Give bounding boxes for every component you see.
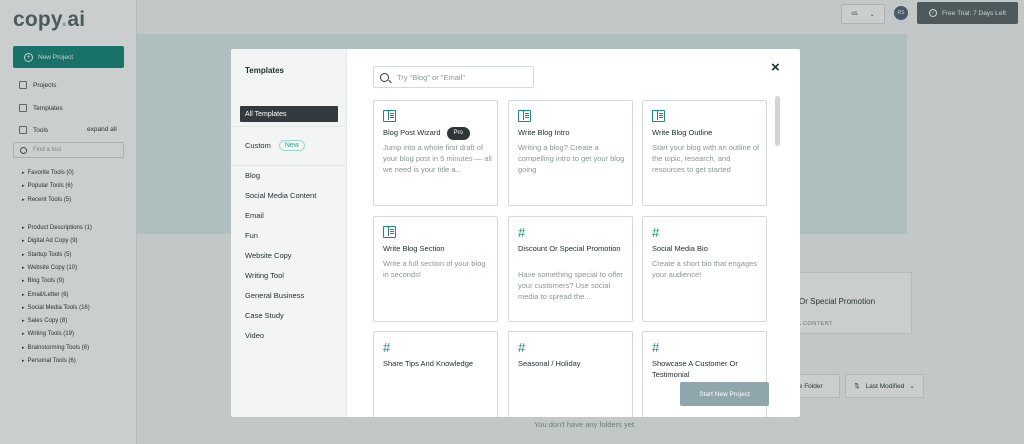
template-card[interactable]: Write Blog Intro Writing a blog? Create a… bbox=[508, 100, 633, 206]
category-all-templates[interactable]: All Templates bbox=[240, 106, 338, 122]
template-card[interactable]: # Discount Or Special Promotion Have somet… bbox=[508, 216, 633, 322]
templates-category-list: Templates All Templates Custom New Blog So… bbox=[231, 49, 347, 417]
template-title: Blog Post Wizard Pro bbox=[383, 127, 491, 140]
template-card[interactable]: Write Blog Section Write a full section o… bbox=[373, 216, 498, 322]
template-title: Write Blog Intro bbox=[518, 128, 570, 137]
hash-icon: # bbox=[518, 225, 526, 240]
template-description: Create a short bio that engages your aud… bbox=[652, 259, 758, 279]
category-item[interactable]: Writing Tool bbox=[245, 271, 284, 280]
hash-icon: # bbox=[383, 340, 391, 355]
book-icon bbox=[652, 110, 665, 122]
templates-gallery: Try "Blog" or "Email" × Blog Post Wizard… bbox=[347, 49, 800, 417]
template-search-input[interactable]: Try "Blog" or "Email" bbox=[373, 66, 534, 88]
app-root: copy.ai + New Project Projects Templates … bbox=[0, 0, 1024, 444]
book-icon bbox=[518, 110, 531, 122]
templates-modal: Templates All Templates Custom New Blog So… bbox=[231, 49, 800, 417]
divider bbox=[231, 126, 347, 127]
template-title: Share Tips And Knowledge bbox=[383, 359, 474, 368]
template-description: Write a full section of your blog in sec… bbox=[383, 259, 486, 279]
template-description: Jump into a whole first draft of your bl… bbox=[383, 143, 492, 174]
category-item[interactable]: Website Copy bbox=[245, 251, 292, 260]
template-card[interactable]: # Seasonal / Holiday bbox=[508, 331, 633, 417]
template-description: Writing a blog? Create a compelling intr… bbox=[518, 143, 625, 174]
search-icon bbox=[380, 72, 389, 82]
new-badge: New bbox=[278, 140, 305, 151]
template-description: Start your blog with an outline of the t… bbox=[652, 143, 760, 174]
template-description: Have something special to offer your cus… bbox=[518, 270, 623, 301]
category-item[interactable]: Social Media Content bbox=[245, 191, 316, 200]
divider bbox=[231, 165, 347, 166]
category-custom[interactable]: Custom New bbox=[245, 140, 305, 151]
template-title: Write Blog Outline bbox=[652, 128, 713, 137]
category-item[interactable]: Fun bbox=[245, 231, 258, 240]
scrollbar[interactable] bbox=[775, 96, 780, 146]
pro-badge: Pro bbox=[446, 127, 470, 140]
category-item[interactable]: Video bbox=[245, 331, 264, 340]
template-title: Discount Or Special Promotion bbox=[518, 244, 621, 253]
hash-icon: # bbox=[652, 225, 660, 240]
template-card[interactable]: # Share Tips And Knowledge bbox=[373, 331, 498, 417]
book-icon bbox=[383, 110, 396, 122]
category-item[interactable]: General Business bbox=[245, 291, 304, 300]
template-card[interactable]: Blog Post Wizard Pro Jump into a whole fir… bbox=[373, 100, 498, 206]
modal-title: Templates bbox=[245, 66, 284, 75]
template-title: Write Blog Section bbox=[383, 244, 445, 253]
close-icon[interactable]: × bbox=[771, 60, 780, 75]
hash-icon: # bbox=[518, 340, 526, 355]
template-title: Seasonal / Holiday bbox=[518, 359, 581, 368]
template-card[interactable]: Write Blog Outline Start your blog with a… bbox=[642, 100, 767, 206]
book-icon bbox=[383, 226, 396, 238]
category-item[interactable]: Email bbox=[245, 211, 264, 220]
template-title: Social Media Bio bbox=[652, 244, 708, 253]
template-title: Showcase A Customer Or Testimonial bbox=[652, 359, 738, 379]
start-new-project-button[interactable]: Start New Project bbox=[680, 382, 769, 406]
template-card[interactable]: # Social Media Bio Create a short bio that… bbox=[642, 216, 767, 322]
category-item[interactable]: Blog bbox=[245, 171, 260, 180]
category-item[interactable]: Case Study bbox=[245, 311, 284, 320]
hash-icon: # bbox=[652, 340, 660, 355]
